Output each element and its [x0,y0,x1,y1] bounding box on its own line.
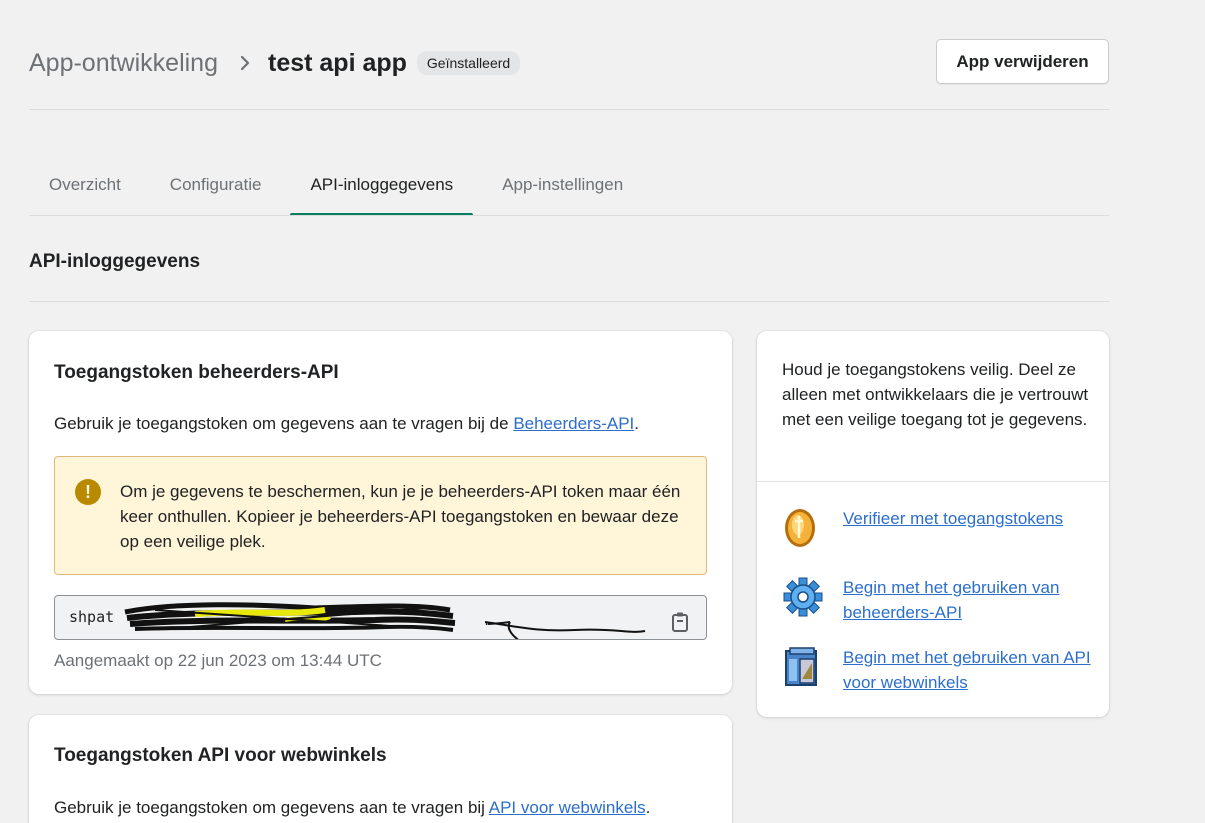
access-token-field[interactable]: shpat [54,595,707,640]
resource-link-storefront-api[interactable]: Begin met het gebruiken van API voor web… [843,645,1092,695]
resource-link-verify[interactable]: Verifieer met toegangstokens [843,506,1063,531]
page-title: test api app [268,48,407,77]
storefront-api-token-card: Toegangstoken API voor webwinkels Gebrui… [29,715,732,823]
gear-icon [782,575,824,619]
storefront-card-title: Toegangstoken API voor webwinkels [54,745,387,766]
page-header: App-ontwikkeling test api app Geïnstalle… [29,38,1109,88]
warning-banner: ! Om je gegevens te beschermen, kun je j… [54,456,707,575]
tab-overview[interactable]: Overzicht [29,155,141,216]
resource-item: Verifieer met toegangstokens [782,506,1092,550]
token-text: shpat [69,608,115,626]
admin-desc-suffix: . [634,414,639,433]
security-tips-card: Houd je toegangstokens veilig. Deel ze a… [757,331,1109,717]
admin-card-title: Toegangstoken beheerders-API [54,362,339,383]
resource-link-admin-api[interactable]: Begin met het gebruiken van beheerders-A… [843,575,1092,625]
storefront-desc-text: Gebruik je toegangstoken om gegevens aan… [54,798,489,817]
clipboard-icon[interactable] [670,607,692,632]
created-timestamp: Aangemaakt op 22 jun 2023 om 13:44 UTC [54,651,382,670]
admin-api-token-card: Toegangstoken beheerders-API Gebruik je … [29,331,732,694]
storefront-icon [782,645,824,689]
admin-card-description: Gebruik je toegangstoken om gegevens aan… [54,414,639,434]
coin-icon [782,506,824,550]
resource-item: Begin met het gebruiken van API voor web… [782,645,1092,695]
warning-icon: ! [75,479,101,505]
status-badge: Geïnstalleerd [416,51,521,75]
tab-bar: Overzicht Configuratie API-inloggegevens… [29,155,652,216]
warning-text: Om je gegevens te beschermen, kun je je … [120,482,681,551]
admin-desc-text: Gebruik je toegangstoken om gegevens aan… [54,414,514,433]
chevron-right-icon [236,54,254,72]
tab-app-settings[interactable]: App-instellingen [482,155,643,216]
tab-configuration[interactable]: Configuratie [150,155,282,216]
resource-item: Begin met het gebruiken van beheerders-A… [782,575,1092,625]
admin-api-link[interactable]: Beheerders-API [513,414,634,433]
tab-api-credentials[interactable]: API-inloggegevens [290,155,473,216]
section-divider [29,301,1109,302]
sidebar-divider [757,481,1109,482]
tabs-divider [29,215,1109,216]
section-title: API-inloggegevens [29,251,201,272]
security-tip-text: Houd je toegangstokens veilig. Deel ze a… [782,360,1089,429]
storefront-card-description: Gebruik je toegangstoken om gegevens aan… [54,798,650,818]
delete-app-button[interactable]: App verwijderen [936,39,1109,84]
breadcrumb-app-development[interactable]: App-ontwikkeling [29,49,218,78]
redaction-scribble [124,602,646,639]
storefront-desc-suffix: . [645,798,651,817]
header-divider [29,109,1109,110]
storefront-api-link[interactable]: API voor webwinkels [489,798,646,817]
